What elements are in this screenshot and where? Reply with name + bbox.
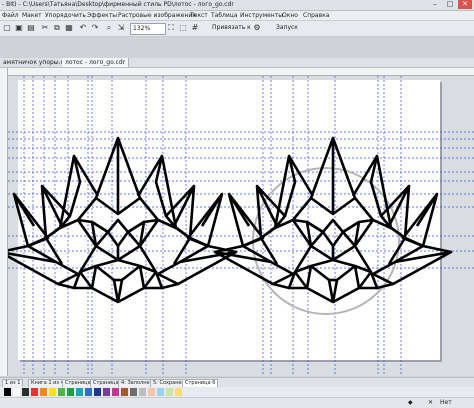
menu-bar: Файл Макет Упорядочить Эффекты Растровые… (0, 11, 474, 21)
grid-icon[interactable]: # (190, 23, 200, 33)
lotus-stroke (138, 245, 158, 274)
palette-swatch[interactable] (58, 388, 65, 396)
cut-icon[interactable]: ✂ (40, 23, 50, 33)
paste-icon[interactable]: ▦ (64, 23, 74, 33)
artwork (8, 76, 474, 376)
lotus-stroke (293, 245, 313, 274)
open-icon[interactable]: ▣ (14, 23, 24, 33)
copy-icon[interactable]: ⧉ (52, 23, 62, 33)
settings-icon[interactable]: ⚙ (252, 23, 262, 33)
zoom-fit-icon[interactable]: ⛶ (166, 23, 176, 33)
search-icon[interactable]: ⌕ (104, 23, 114, 33)
palette-swatch[interactable] (121, 388, 128, 396)
standard-toolbar: ▢ ▣ ▤ ✂ ⧉ ▦ ↶ ↷ ⌕ ⇲ 132% ⛶ ⬚ # Привязать… (0, 21, 474, 37)
palette-swatch[interactable] (22, 388, 29, 396)
zoom-level-field[interactable]: 132% (130, 23, 166, 35)
lotus-stroke (292, 218, 374, 234)
import-icon[interactable]: ⇲ (116, 23, 126, 33)
lotus-stroke (8, 252, 80, 286)
palette-swatch[interactable] (76, 388, 83, 396)
minimize-button[interactable]: – (428, 0, 442, 9)
palette-swatch[interactable] (130, 388, 137, 396)
tab-document-2[interactable]: лотос - лого_go.cdr (62, 58, 130, 67)
palette-swatch[interactable] (175, 388, 182, 396)
menu-help[interactable]: Справка (303, 12, 329, 19)
menu-arrange[interactable]: Упорядочить (45, 12, 86, 19)
palette-swatch[interactable] (157, 388, 164, 396)
maximize-button[interactable]: □ (443, 0, 457, 9)
title-bar: - BIt) - C:\Users\Татьяна\Desktop\фирмен… (0, 0, 474, 11)
lotus-stroke (310, 264, 356, 303)
drawing-canvas[interactable] (8, 76, 474, 376)
lotus-stroke (321, 231, 345, 248)
lotus-stroke (353, 245, 373, 274)
palette-swatch[interactable] (40, 388, 47, 396)
palette-swatch[interactable] (49, 388, 56, 396)
lotus-stroke (273, 154, 297, 230)
palette-swatch[interactable] (94, 388, 101, 396)
redo-icon[interactable]: ↷ (90, 23, 100, 33)
lotus-stroke (126, 220, 146, 248)
palette-swatch[interactable] (103, 388, 110, 396)
palette-swatch[interactable] (148, 388, 155, 396)
palette-swatch[interactable] (166, 388, 173, 396)
horizontal-ruler[interactable] (8, 68, 474, 76)
launch-dropdown[interactable]: Запуск (276, 24, 298, 31)
lotus-stroke (357, 271, 373, 289)
lotus-stroke (95, 264, 141, 303)
outline-status: Нет (440, 399, 452, 406)
fill-indicator-icon: ◆ (408, 399, 413, 406)
undo-icon[interactable]: ↶ (78, 23, 88, 33)
status-bar: ◆ ✕ Нет (0, 397, 474, 408)
palette-swatch[interactable] (31, 388, 38, 396)
new-document-icon[interactable]: ▢ (2, 23, 12, 33)
palette-swatch[interactable] (85, 388, 92, 396)
selection-circle (252, 167, 400, 315)
save-icon[interactable]: ▤ (26, 23, 36, 33)
document-tabs: амятничок упоры.cdr лотос - лого_go.cdr (0, 58, 474, 68)
lotus-stroke (341, 220, 361, 248)
lotus-stroke (154, 154, 178, 230)
palette-swatch[interactable] (67, 388, 74, 396)
lotus-stroke (305, 220, 325, 248)
lotus-drawing-right (213, 136, 453, 304)
vertical-ruler[interactable] (0, 68, 8, 376)
guidelines (8, 76, 474, 376)
menu-bitmaps[interactable]: Растровые изображения (118, 12, 196, 19)
palette-swatch[interactable] (13, 388, 20, 396)
menu-table[interactable]: Таблица (211, 12, 238, 19)
lotus-stroke (58, 154, 82, 230)
palette-swatch[interactable] (139, 388, 146, 396)
full-screen-icon[interactable]: ⬚ (178, 23, 188, 33)
menu-layout[interactable]: Макет (22, 12, 42, 19)
palette-swatch[interactable] (112, 388, 119, 396)
menu-file[interactable]: Файл (2, 12, 19, 19)
lotus-stroke (106, 231, 130, 248)
lotus-stroke (78, 271, 94, 289)
window-title: - BIt) - C:\Users\Татьяна\Desktop\фирмен… (2, 1, 234, 8)
close-button[interactable]: ✕ (458, 0, 472, 9)
menu-tools[interactable]: Инструменты (240, 12, 283, 19)
menu-effects[interactable]: Эффекты (87, 12, 117, 19)
lotus-drawing-left (8, 136, 238, 304)
menu-text[interactable]: Текст (190, 12, 208, 19)
lotus-stroke (90, 220, 110, 248)
menu-window[interactable]: Окно (282, 12, 298, 19)
outline-none-icon: ✕ (428, 399, 434, 406)
lotus-stroke (293, 271, 309, 289)
snap-to-dropdown[interactable]: Привязать к (212, 24, 251, 31)
color-palette (0, 387, 474, 397)
page-navigator: 1 из 1 Книга 1 из 4 Страница 2 Страница … (0, 377, 474, 388)
palette-swatch[interactable] (4, 388, 11, 396)
